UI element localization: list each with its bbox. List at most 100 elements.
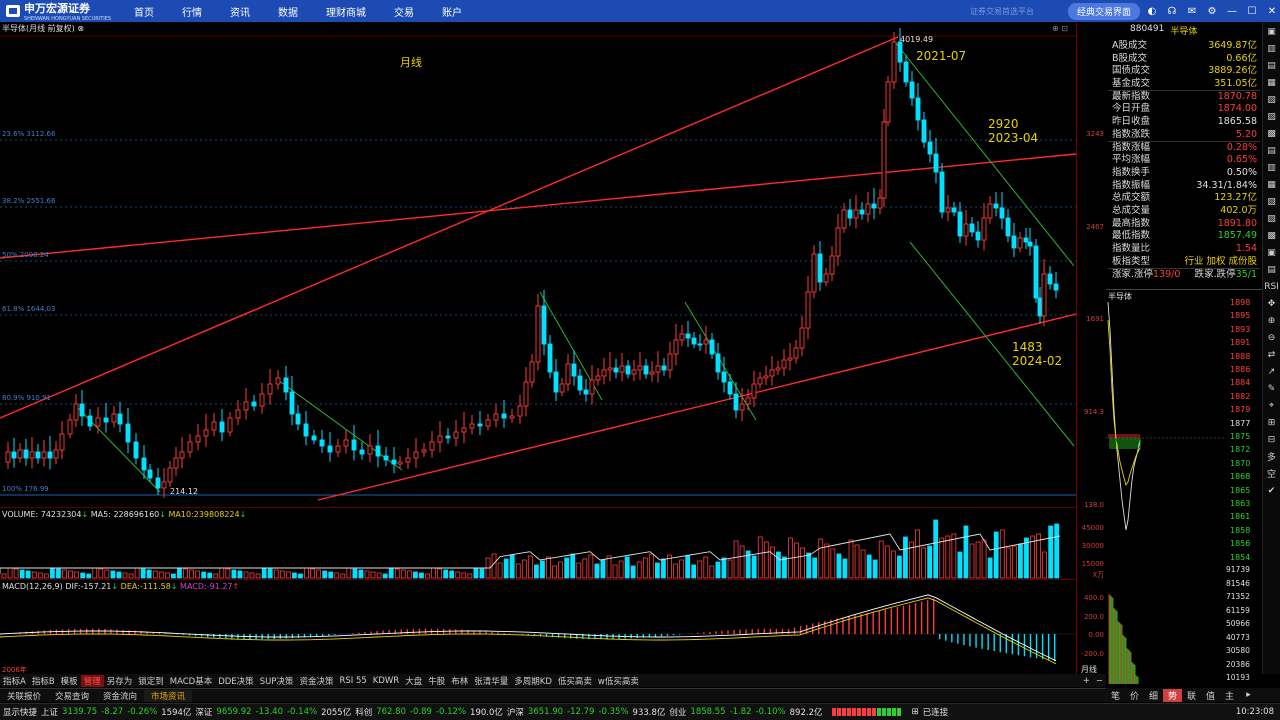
volume-bar <box>927 545 933 579</box>
toolbar-tool-icon[interactable]: ▦ <box>1265 75 1279 90</box>
toolbar-tool-icon[interactable]: ⊖ <box>1265 330 1279 345</box>
classic-trade-button[interactable]: 经典交易界面 <box>1067 2 1140 20</box>
status-index-name[interactable]: 沪深 <box>507 706 524 718</box>
bottom-tab[interactable]: 资金流向 <box>96 690 144 702</box>
indicator-tab[interactable]: 指标A <box>0 675 29 687</box>
quick-display-button[interactable]: 显示快捷 <box>3 706 37 718</box>
toolbar-tool-icon[interactable]: 空 <box>1265 466 1279 481</box>
indicator-tab[interactable]: DDE决策 <box>215 675 256 687</box>
tab-add-icon[interactable]: + <box>1080 676 1093 686</box>
side-tab[interactable]: 势 <box>1163 688 1182 702</box>
toolbar-tool-icon[interactable]: ✎ <box>1265 381 1279 396</box>
bottom-tab[interactable]: 关联报价 <box>0 690 48 702</box>
menu-item[interactable]: 账户 <box>428 4 476 19</box>
indicator-tab[interactable]: MACD基本 <box>167 675 215 687</box>
indicator-tab[interactable]: 张清华量 <box>471 675 511 687</box>
macd-chart[interactable]: MACD(12,26,9) DIF:-157.21↓ DEA:-111.58↓ … <box>0 579 1076 674</box>
toolbar-tool-icon[interactable]: ✥ <box>1265 296 1279 311</box>
menu-item[interactable]: 资讯 <box>216 4 264 19</box>
volume-bar <box>588 554 594 579</box>
indicator-tab[interactable]: RSI 55 <box>336 676 369 686</box>
toolbar-tool-icon[interactable]: ▣ <box>1265 245 1279 260</box>
toolbar-tool-icon[interactable]: ▦ <box>1265 177 1279 192</box>
indicator-tab[interactable]: 管理 <box>80 674 104 687</box>
indicator-tab[interactable]: 资金决策 <box>296 675 336 687</box>
toolbar-tool-icon[interactable]: ▤ <box>1265 58 1279 73</box>
volume-chart[interactable]: VOLUME: 74232304↓ MA5: 228696160↓ MA10:2… <box>0 507 1076 579</box>
side-tab[interactable]: 笔 <box>1106 689 1125 702</box>
toolbar-tool-icon[interactable]: ▤ <box>1265 143 1279 158</box>
indicator-tab[interactable]: 低买高卖 <box>555 675 595 687</box>
chart-settings-icon[interactable]: ⊕ ⊡ <box>1052 24 1068 33</box>
volume-bar <box>473 567 479 579</box>
close-icon[interactable]: ✕ <box>1264 3 1280 19</box>
toolbar-tool-icon[interactable]: ▥ <box>1265 160 1279 175</box>
bottom-tab[interactable]: 市场资讯 <box>144 689 193 702</box>
settings-icon[interactable]: ⚙ <box>1204 3 1220 19</box>
toolbar-tool-icon[interactable]: ▧ <box>1265 92 1279 107</box>
status-index-name[interactable]: 上证 <box>41 706 58 718</box>
indicator-tab[interactable]: 另存为 <box>104 675 136 687</box>
indicator-tab[interactable]: 指标B <box>29 675 58 687</box>
macd-axis-label: 0.00 <box>1088 631 1104 639</box>
intraday-axis-label: 1870 <box>1230 458 1251 468</box>
indicator-tab[interactable]: KDWR <box>370 676 402 686</box>
toolbar-tool-icon[interactable]: ▨ <box>1265 211 1279 226</box>
toolbar-tool-icon[interactable]: ▥ <box>1265 41 1279 56</box>
toolbar-tool-icon[interactable]: 多 <box>1265 449 1279 464</box>
menu-item[interactable]: 数据 <box>264 4 312 19</box>
intraday-axis-label: 1854 <box>1230 552 1251 562</box>
toolbar-tool-icon[interactable]: ✔ <box>1265 483 1279 498</box>
tab-remove-icon[interactable]: − <box>1093 676 1106 686</box>
skin-icon[interactable]: ◐ <box>1144 3 1160 19</box>
toolbar-tool-icon[interactable]: ⊕ <box>1265 313 1279 328</box>
indicator-tab[interactable]: w低买高卖 <box>595 675 642 687</box>
toolbar-tool-icon[interactable]: ⇄ <box>1265 347 1279 362</box>
intraday-chart[interactable]: 半导体 1898 1895 1893 1891 1888 1886 1884 1882 1879… <box>1106 289 1262 685</box>
candle-body <box>397 461 403 465</box>
indicator-tab[interactable]: 多周期KD <box>511 675 555 687</box>
close-chart-icon[interactable]: ⊗ <box>77 24 84 33</box>
toolbar-tool-icon[interactable]: ↗ <box>1265 364 1279 379</box>
toolbar-tool-icon[interactable]: ▧ <box>1265 194 1279 209</box>
toolbar-tool-icon[interactable]: ▣ <box>1265 24 1279 39</box>
toolbar-tool-icon[interactable]: ⌖ <box>1265 398 1279 413</box>
status-index-name[interactable]: 创业 <box>669 706 686 718</box>
indicator-tab[interactable]: 牛股 <box>425 675 448 687</box>
toolbar-tool-icon[interactable]: RSI <box>1264 279 1279 294</box>
minimize-icon[interactable]: — <box>1224 3 1240 19</box>
side-tab[interactable]: 价 <box>1125 689 1144 702</box>
side-scroll-icon[interactable]: ▸ <box>1239 690 1258 700</box>
indicator-tab[interactable]: 大盘 <box>402 675 425 687</box>
volume-bar <box>164 572 170 579</box>
indicator-tab[interactable]: 布林 <box>448 675 471 687</box>
toolbar-tool-icon[interactable]: ▤ <box>1265 262 1279 277</box>
indicator-tab[interactable]: 模板 <box>58 675 81 687</box>
kline-chart[interactable]: 半导体(月线 前复权) ⊗ ⊕ ⊡ 月线 4019.49 214.12 2021… <box>0 22 1077 507</box>
side-tab[interactable]: 值 <box>1201 689 1220 702</box>
menu-item[interactable]: 理财商城 <box>312 4 380 19</box>
status-index-name[interactable]: 深证 <box>195 706 212 718</box>
service-icon[interactable]: ☊ <box>1164 3 1180 19</box>
candle-body <box>343 439 349 447</box>
side-tab[interactable]: 联 <box>1182 689 1201 702</box>
toolbar-tool-icon[interactable]: ▩ <box>1265 228 1279 243</box>
toolbar-tool-icon[interactable]: ⊞ <box>1265 415 1279 430</box>
top-right-tools: 证券交易首选平台 经典交易界面 ◐ ☊ ✉ ⚙ — ☐ ✕ <box>970 0 1280 22</box>
indicator-tab[interactable]: 锁定到 <box>135 675 167 687</box>
toolbar-tool-icon[interactable]: ⊟ <box>1265 432 1279 447</box>
side-tab[interactable]: 主 <box>1220 689 1239 702</box>
status-index-name[interactable]: 科创 <box>355 706 372 718</box>
maximize-icon[interactable]: ☐ <box>1244 3 1260 19</box>
menu-item[interactable]: 首页 <box>120 4 168 19</box>
candle-body <box>891 41 897 83</box>
bottom-tab[interactable]: 交易查询 <box>48 690 96 702</box>
volume-bar <box>564 557 570 579</box>
side-tab[interactable]: 细 <box>1144 689 1163 702</box>
toolbar-tool-icon[interactable]: ▨ <box>1265 109 1279 124</box>
mail-icon[interactable]: ✉ <box>1184 3 1200 19</box>
menu-item[interactable]: 交易 <box>380 4 428 19</box>
menu-item[interactable]: 行情 <box>168 4 216 19</box>
indicator-tab[interactable]: SUP决策 <box>257 675 297 687</box>
toolbar-tool-icon[interactable]: ▩ <box>1265 126 1279 141</box>
